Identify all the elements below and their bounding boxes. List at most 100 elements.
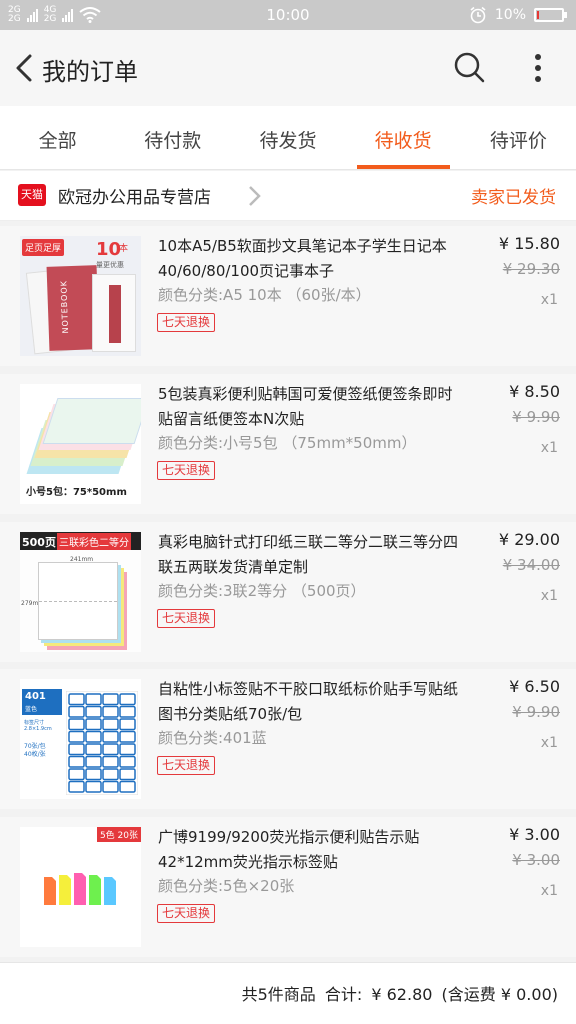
product-name[interactable]: 广博9199/9200荧光指示便利贴告示贴42*12mm荧光指示标签贴 bbox=[158, 825, 458, 875]
order-item[interactable]: 小号5包：75*50mm 5包装真彩便利贴韩国可爱便签纸便签条即时贴留言纸便签本… bbox=[0, 374, 576, 514]
label-cell bbox=[68, 693, 85, 706]
label-cell bbox=[119, 705, 136, 718]
order-status: 卖家已发货 bbox=[471, 188, 556, 208]
label-cell bbox=[85, 755, 102, 768]
thumb-spec: 2.8×1.9cm bbox=[24, 726, 52, 732]
product-variant: 颜色分类:小号5包 （75mm*50mm） bbox=[158, 434, 417, 452]
total-amount: ¥ 62.80 bbox=[371, 985, 433, 1004]
flag-tabs-image bbox=[44, 873, 116, 905]
page-title: 我的订单 bbox=[42, 58, 138, 86]
product-price: ¥ 29.00 bbox=[498, 530, 560, 549]
label-cell bbox=[85, 705, 102, 718]
thumb-tag: 500页 bbox=[22, 536, 56, 549]
product-name[interactable]: 真彩电脑针式打印纸三联二等分二联三等分四联五两联发货清单定制 bbox=[158, 530, 458, 580]
alarm-icon bbox=[470, 6, 486, 24]
product-price: ¥ 3.00 bbox=[509, 825, 560, 844]
label-cell bbox=[102, 705, 119, 718]
product-thumbnail[interactable]: 足页足厚 10 本 量更优惠 NOTEBOOK bbox=[20, 236, 141, 356]
label-cell bbox=[102, 780, 119, 793]
notebook-label: NOTEBOOK bbox=[59, 279, 71, 334]
label-cell bbox=[85, 730, 102, 743]
status-bar: 2G 2G 4G 2G 10:00 10% bbox=[0, 0, 576, 30]
thumb-unit: 本 bbox=[119, 244, 129, 254]
tab-pending-shipment[interactable]: 待发货 bbox=[230, 106, 345, 169]
app-bar: 我的订单 bbox=[0, 30, 576, 106]
label-cell bbox=[102, 693, 119, 706]
product-name[interactable]: 5包装真彩便利贴韩国可爱便签纸便签条即时贴留言纸便签本N次贴 bbox=[158, 382, 458, 432]
label-cell bbox=[68, 755, 85, 768]
order-item[interactable]: 足页足厚 10 本 量更优惠 NOTEBOOK 10本A5/B5软面抄文具笔记本… bbox=[0, 226, 576, 366]
label-cell bbox=[119, 743, 136, 756]
item-count: 共5件商品 bbox=[241, 985, 316, 1004]
order-item[interactable]: 5色 20张 广博9199/9200荧光指示便利贴告示贴42*12mm荧光指示标… bbox=[0, 817, 576, 957]
product-price: ¥ 15.80 bbox=[498, 234, 560, 253]
original-price: ¥ 9.90 bbox=[512, 703, 560, 721]
thumb-tag: 三联彩色二等分 bbox=[57, 533, 131, 550]
thumb-caption: 小号5包：75*50mm bbox=[26, 487, 127, 498]
order-item[interactable]: 500页 三联彩色二等分 241mm 279mm 真彩电脑针式打印纸三联二等分二… bbox=[0, 522, 576, 662]
quantity: x1 bbox=[540, 883, 558, 899]
battery-icon bbox=[534, 8, 567, 22]
thumb-tag: 足页足厚 bbox=[22, 239, 65, 256]
product-name[interactable]: 自粘性小标签贴不干胶口取纸标价贴手写贴纸图书分类贴纸70张/包 bbox=[158, 677, 458, 727]
quantity: x1 bbox=[540, 440, 558, 456]
order-status-tabs: 全部 待付款 待发货 待收货 待评价 bbox=[0, 106, 576, 170]
chevron-right-icon[interactable] bbox=[244, 183, 264, 209]
battery-percent: 10% bbox=[494, 7, 526, 23]
quantity: x1 bbox=[540, 735, 558, 751]
label-cell bbox=[102, 743, 119, 756]
back-arrow-icon[interactable] bbox=[10, 50, 40, 86]
tab-pending-payment[interactable]: 待付款 bbox=[115, 106, 230, 169]
tab-all[interactable]: 全部 bbox=[0, 106, 115, 169]
label-cell bbox=[119, 780, 136, 793]
label-cell bbox=[85, 780, 102, 793]
label-cell bbox=[85, 693, 102, 706]
label-cell bbox=[85, 768, 102, 781]
store-name[interactable]: 欧冠办公用品专营店 bbox=[58, 183, 211, 208]
thumb-tag: 5色 20张 bbox=[96, 827, 141, 842]
thumb-code: 401 bbox=[25, 691, 46, 702]
label-cell bbox=[119, 718, 136, 731]
product-variant: 颜色分类:5色×20张 bbox=[158, 877, 295, 895]
product-price: ¥ 8.50 bbox=[509, 382, 560, 401]
store-row[interactable]: 天猫 欧冠办公用品专营店 卖家已发货 bbox=[0, 171, 576, 221]
thumb-count: 10 bbox=[96, 239, 122, 260]
label-cell bbox=[85, 718, 102, 731]
product-thumbnail[interactable]: 500页 三联彩色二等分 241mm 279mm bbox=[20, 532, 141, 652]
product-variant: 颜色分类:3联2等分 （500页） bbox=[158, 582, 366, 600]
thumb-spec: 标签尺寸 bbox=[24, 720, 45, 726]
product-thumbnail[interactable]: 小号5包：75*50mm bbox=[20, 384, 141, 504]
product-name[interactable]: 10本A5/B5软面抄文具笔记本子学生日记本40/60/80/100页记事本子 bbox=[158, 234, 458, 284]
return-badge: 七天退换 bbox=[157, 609, 216, 628]
label-cell bbox=[68, 743, 85, 756]
tab-pending-review[interactable]: 待评价 bbox=[461, 106, 576, 169]
thumb-color: 蓝色 bbox=[25, 706, 38, 713]
notebook-cover bbox=[92, 274, 136, 352]
return-badge: 七天退换 bbox=[157, 756, 216, 775]
label-cell bbox=[68, 768, 85, 781]
product-thumbnail[interactable]: 401 蓝色 标签尺寸 2.8×1.9cm 70张/包 40枚/张 bbox=[20, 679, 141, 799]
product-thumbnail[interactable]: 5色 20张 bbox=[20, 827, 141, 947]
total-label: 合计: bbox=[324, 985, 363, 1004]
label-cell bbox=[102, 718, 119, 731]
original-price: ¥ 29.30 bbox=[502, 260, 560, 278]
label-cell bbox=[68, 730, 85, 743]
label-sheet-image bbox=[66, 691, 138, 795]
search-icon[interactable] bbox=[452, 50, 486, 84]
tmall-logo: 天猫 bbox=[18, 184, 46, 206]
label-cell bbox=[68, 718, 85, 731]
return-badge: 七天退换 bbox=[157, 313, 216, 332]
tab-pending-receipt[interactable]: 待收货 bbox=[346, 106, 461, 169]
label-cell bbox=[68, 705, 85, 718]
more-options-icon[interactable] bbox=[526, 50, 550, 86]
label-cell bbox=[85, 743, 102, 756]
quantity: x1 bbox=[540, 588, 558, 604]
return-badge: 七天退换 bbox=[157, 461, 216, 480]
label-cell bbox=[119, 693, 136, 706]
thumb-spec: 40枚/张 bbox=[24, 751, 46, 758]
product-price: ¥ 6.50 bbox=[509, 677, 560, 696]
quantity: x1 bbox=[540, 292, 558, 308]
order-item[interactable]: 401 蓝色 标签尺寸 2.8×1.9cm 70张/包 40枚/张 自粘性小标签… bbox=[0, 669, 576, 809]
product-variant: 颜色分类:A5 10本 （60张/本） bbox=[158, 286, 371, 304]
label-cell bbox=[102, 768, 119, 781]
